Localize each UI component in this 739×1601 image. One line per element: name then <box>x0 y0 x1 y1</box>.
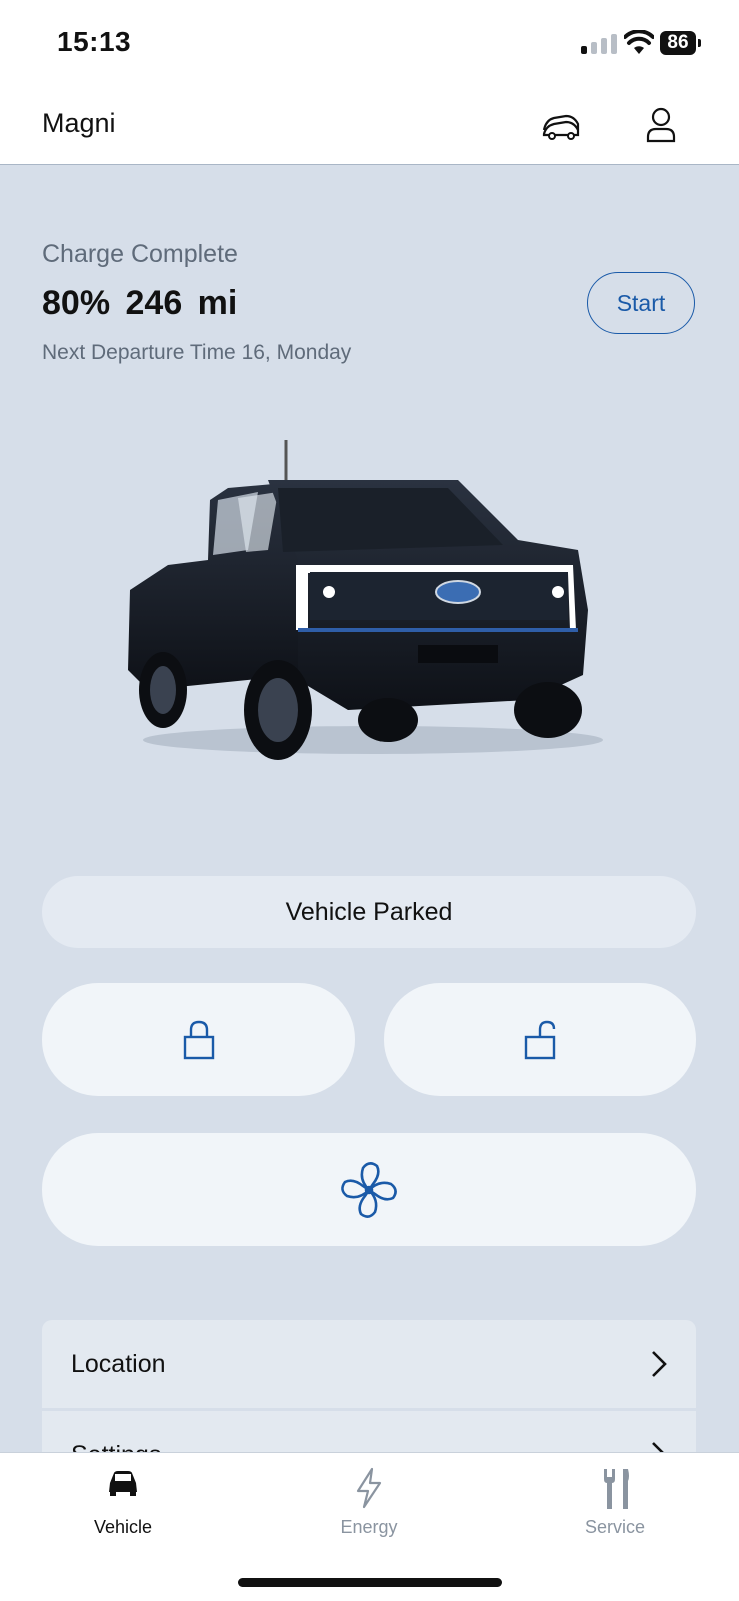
chevron-right-icon <box>652 1351 667 1377</box>
start-button[interactable]: Start <box>587 272 695 334</box>
climate-button[interactable] <box>42 1133 696 1246</box>
status-time: 15:13 <box>57 26 132 57</box>
fan-icon <box>341 1161 397 1218</box>
charge-metrics: 80% 246 mi <box>42 284 238 322</box>
nav-tab-service[interactable]: Service <box>535 1453 695 1553</box>
nav-tab-energy[interactable]: Energy <box>289 1453 449 1553</box>
truck-image <box>128 440 603 760</box>
lock-icon <box>183 1020 214 1059</box>
battery-level: 86 <box>660 31 696 55</box>
lightning-icon <box>356 1467 382 1509</box>
cellular-signal-icon <box>581 34 617 54</box>
nav-label: Service <box>584 1517 646 1537</box>
app-header: Magni <box>0 90 739 165</box>
menu-item-location[interactable]: Location <box>42 1320 696 1408</box>
lock-button[interactable] <box>42 983 355 1096</box>
nav-tab-vehicle[interactable]: Vehicle <box>43 1453 203 1553</box>
next-departure-time: Next Departure Time 16, Monday <box>42 341 352 364</box>
tools-icon <box>604 1469 629 1509</box>
car-icon <box>109 1471 137 1496</box>
nav-label: Energy <box>340 1517 398 1537</box>
status-bar: 15:13 86 <box>0 0 739 90</box>
unlock-button[interactable] <box>384 983 696 1096</box>
wifi-icon <box>624 30 654 54</box>
vehicle-state-label: Vehicle Parked <box>285 897 453 926</box>
account-icon[interactable] <box>638 102 684 148</box>
vehicle-switch-icon[interactable] <box>538 102 584 148</box>
menu-item-label: Location <box>71 1349 166 1378</box>
unlock-icon <box>524 1020 556 1059</box>
vehicle-state-pill: Vehicle Parked <box>42 876 696 948</box>
vehicle-name: Magni <box>42 108 116 138</box>
battery-icon: 86 <box>660 31 702 55</box>
nav-label: Vehicle <box>93 1517 153 1537</box>
home-indicator <box>238 1578 502 1587</box>
charge-status: Charge Complete <box>42 240 238 268</box>
